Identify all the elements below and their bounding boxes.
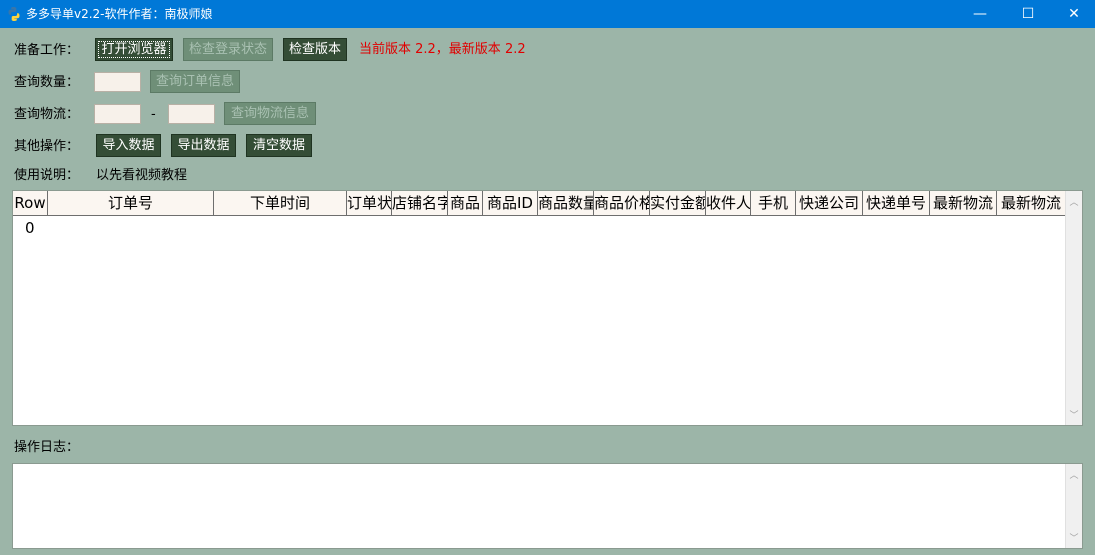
- minimize-button[interactable]: —: [957, 0, 1003, 28]
- orders-table[interactable]: Row 订单号 下单时间 订单状 店铺名字 商品 商品ID 商品数量 商品价格 …: [12, 190, 1083, 426]
- query-logistics-button[interactable]: 查询物流信息: [224, 102, 316, 125]
- column-header[interactable]: 商品: [448, 191, 483, 215]
- scroll-down-icon[interactable]: ﹀: [1066, 531, 1082, 544]
- column-header[interactable]: 快递公司: [796, 191, 863, 215]
- column-header[interactable]: 店铺名字: [392, 191, 448, 215]
- export-data-button[interactable]: 导出数据: [171, 134, 236, 157]
- logistics-to-input[interactable]: [168, 104, 215, 124]
- instructions-text: 以先看视频教程: [96, 168, 188, 183]
- version-info: 当前版本 2.2，最新版本 2.2: [359, 42, 526, 57]
- other-ops-label: 其他操作：: [14, 139, 80, 154]
- scroll-down-icon[interactable]: ﹀: [1066, 408, 1082, 421]
- clear-data-button[interactable]: 清空数据: [246, 134, 312, 157]
- column-header[interactable]: 快递单号: [863, 191, 930, 215]
- query-logistics-label: 查询物流：: [14, 107, 80, 122]
- table-header: Row 订单号 下单时间 订单状 店铺名字 商品 商品ID 商品数量 商品价格 …: [13, 191, 1066, 216]
- table-scrollbar[interactable]: ︿ ﹀: [1065, 191, 1082, 425]
- check-version-button[interactable]: 检查版本: [283, 38, 347, 61]
- table-row-index: 0: [25, 219, 35, 237]
- instructions-label: 使用说明：: [14, 168, 80, 183]
- python-app-icon: [8, 7, 20, 21]
- column-header[interactable]: 收件人: [706, 191, 751, 215]
- column-header[interactable]: 最新物流: [930, 191, 997, 215]
- import-data-button[interactable]: 导入数据: [96, 134, 161, 157]
- column-header[interactable]: 商品ID: [483, 191, 538, 215]
- close-button[interactable]: ✕: [1051, 0, 1095, 28]
- column-header[interactable]: Row: [13, 191, 48, 215]
- check-login-button[interactable]: 检查登录状态: [183, 38, 273, 61]
- column-header[interactable]: 下单时间: [214, 191, 347, 215]
- column-header[interactable]: 商品数量: [538, 191, 594, 215]
- title-bar: 多多导单v2.2-软件作者：南极师娘 — ☐ ✕: [0, 0, 1095, 28]
- log-textarea[interactable]: ︿ ﹀: [12, 463, 1083, 549]
- range-separator: -: [151, 107, 156, 122]
- column-header[interactable]: 订单号: [48, 191, 214, 215]
- scroll-up-icon[interactable]: ︿: [1066, 195, 1082, 208]
- log-label: 操作日志：: [14, 440, 80, 455]
- log-scrollbar[interactable]: ︿ ﹀: [1065, 464, 1082, 548]
- column-header[interactable]: 订单状: [347, 191, 392, 215]
- query-orders-button[interactable]: 查询订单信息: [150, 70, 240, 93]
- scroll-up-icon[interactable]: ︿: [1066, 468, 1082, 481]
- query-count-input[interactable]: [94, 72, 141, 92]
- column-header[interactable]: 手机: [751, 191, 796, 215]
- column-header[interactable]: 最新物流: [997, 191, 1066, 215]
- logistics-from-input[interactable]: [94, 104, 141, 124]
- column-header[interactable]: 实付金额: [650, 191, 706, 215]
- query-count-label: 查询数量：: [14, 75, 80, 90]
- open-browser-button[interactable]: 打开浏览器: [95, 38, 173, 61]
- window-title: 多多导单v2.2-软件作者：南极师娘: [26, 7, 213, 21]
- maximize-button[interactable]: ☐: [1005, 0, 1051, 28]
- column-header[interactable]: 商品价格: [594, 191, 650, 215]
- prepare-label: 准备工作：: [14, 43, 80, 58]
